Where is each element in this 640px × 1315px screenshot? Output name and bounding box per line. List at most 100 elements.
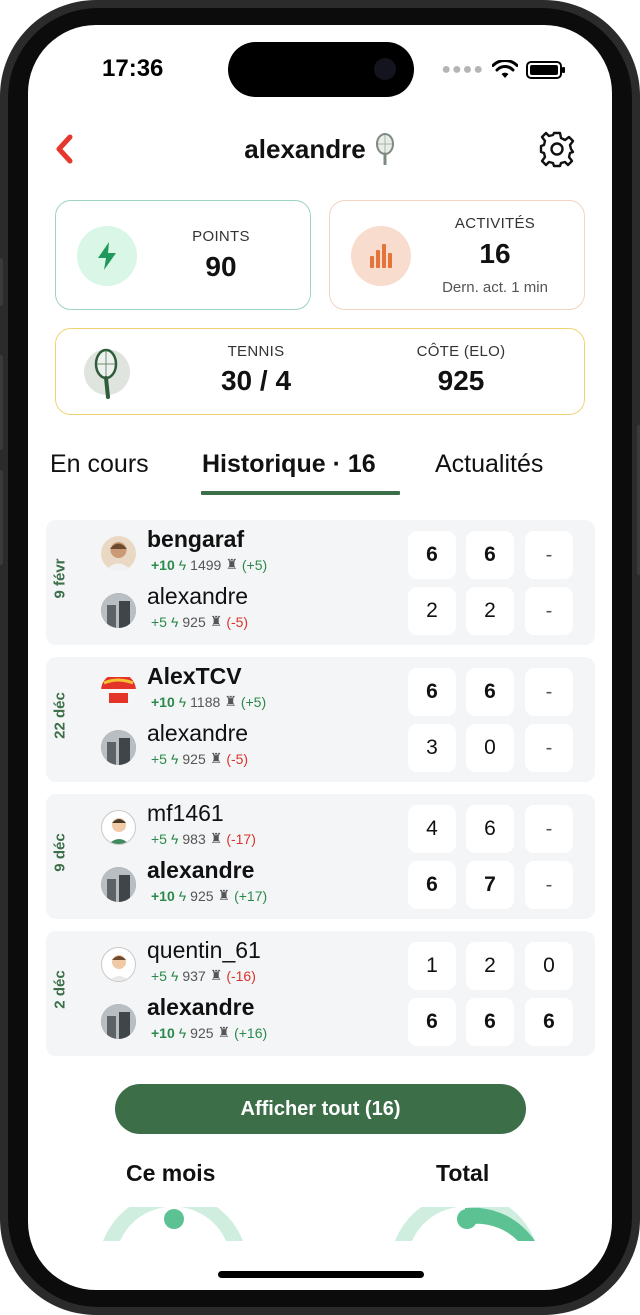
bolt-icon: ϟ [178,1024,187,1041]
bolt-icon: ϟ [170,830,179,847]
points-gain: +10 [151,693,175,710]
show-all-button[interactable]: Afficher tout (16) [115,1084,526,1134]
player-row: alexandre +10 ϟ 925 ♜ (+16) [101,994,401,1046]
points-gain: +5 [151,750,167,767]
tab-historique[interactable]: Historique · 16 [202,450,376,479]
points-gain: +5 [151,830,167,847]
trophy-icon: ♜ [209,750,223,766]
set-score: - [525,724,573,772]
player-name[interactable]: alexandre [147,994,254,1021]
activities-card[interactable]: ACTIVITÉS 16 Dern. act. 1 min [329,200,585,310]
phone-frame: 17:36 ●●●● alexandre POINTS 90 ACTIVITÉS… [0,0,640,1315]
elo-value: 925 [437,365,485,396]
player-row: AlexTCV +10 ϟ 1188 ♜ (+5) [101,663,401,715]
elo-value: 983 [182,830,206,847]
elo-delta: (+5) [241,556,268,573]
player-row: mf1461 +5 ϟ 983 ♜ (-17) [101,800,401,852]
tennis-card[interactable]: TENNIS 30 / 4 CÔTE (ELO) 925 [55,328,585,415]
avatar[interactable] [101,1004,136,1039]
elo-delta: (-17) [226,830,256,847]
points-card[interactable]: POINTS 90 [55,200,311,310]
bolt-icon: ϟ [178,887,187,904]
set-score: - [525,805,573,853]
player-stats: +5 ϟ 983 ♜ (-17) [151,830,256,847]
points-icon-circle [77,226,137,286]
app-screen: 17:36 ●●●● alexandre POINTS 90 ACTIVITÉS… [28,25,612,1290]
player-row: bengaraf +10 ϟ 1499 ♜ (+5) [101,526,401,578]
avatar[interactable] [101,947,136,982]
bolt-icon [98,242,116,270]
set-score: 2 [466,942,514,990]
match-date: 22 déc [51,692,69,739]
tennis-racket-icon [84,348,130,399]
month-gauge [103,1207,243,1241]
status-time: 17:36 [102,55,164,82]
dynamic-island [228,42,414,97]
header: alexandre [28,133,612,165]
player-row: alexandre +10 ϟ 925 ♜ (+17) [101,857,401,909]
avatar[interactable] [101,867,136,902]
player-row: quentin_61 +5 ϟ 937 ♜ (-16) [101,937,401,989]
tab-en-cours[interactable]: En cours [50,450,149,479]
match-card[interactable]: 2 déc quentin_61 +5 ϟ 937 ♜ (-16) alexan… [46,931,595,1056]
bolt-icon: ϟ [178,556,187,573]
player-name[interactable]: alexandre [147,857,254,884]
settings-gear-icon[interactable] [538,130,576,168]
set-score: 2 [408,587,456,635]
player-name[interactable]: alexandre [147,583,248,610]
player-stats: +5 ϟ 937 ♜ (-16) [151,967,256,984]
tennis-racket-icon [375,133,394,165]
set-score: 0 [525,942,573,990]
avatar[interactable] [101,730,136,765]
home-indicator[interactable] [218,1271,424,1278]
match-card[interactable]: 9 déc mf1461 +5 ϟ 983 ♜ (-17) alexandre … [46,794,595,919]
player-stats: +10 ϟ 1499 ♜ (+5) [151,556,267,573]
match-date: 2 déc [51,970,69,1009]
player-name[interactable]: alexandre [147,720,248,747]
player-stats: +10 ϟ 925 ♜ (+16) [151,1024,267,1041]
elo-value: 925 [190,887,214,904]
player-name[interactable]: mf1461 [147,800,224,827]
set-score: 1 [408,942,456,990]
points-gain: +5 [151,967,167,984]
set-score: 0 [466,724,514,772]
activities-value: 16 [479,238,511,269]
tennis-record: 30 / 4 [220,365,292,396]
set-score: 3 [408,724,456,772]
set-score: - [525,861,573,909]
active-tab-indicator [201,491,400,495]
match-card[interactable]: 9 févr bengaraf +10 ϟ 1499 ♜ (+5) alexan… [46,520,595,645]
avatar[interactable] [101,673,136,708]
tab-actualites[interactable]: Actualités [435,450,543,479]
camera-icon [374,58,396,80]
avatar[interactable] [101,810,136,845]
trophy-icon: ♜ [217,887,231,903]
points-value: 90 [205,251,237,282]
match-date: 9 déc [51,833,69,872]
player-name[interactable]: bengaraf [147,526,244,553]
status-icons: ●●●● [441,60,565,80]
match-card[interactable]: 22 déc AlexTCV +10 ϟ 1188 ♜ (+5) alexand… [46,657,595,782]
player-name[interactable]: AlexTCV [147,663,242,690]
match-date: 9 févr [51,558,69,599]
avatar[interactable] [101,536,136,571]
page-title: alexandre [244,133,366,164]
points-label: POINTS [192,228,250,245]
elo-delta: (-5) [226,750,249,767]
bar-chart-icon [370,244,392,268]
set-score: 6 [408,668,456,716]
player-stats: +5 ϟ 925 ♜ (-5) [151,613,248,630]
elo-delta: (+16) [234,1024,268,1041]
last-activity-text: Dern. act. 1 min [442,279,548,296]
bolt-icon: ϟ [170,613,179,630]
points-gain: +10 [151,1024,175,1041]
elo-value: 937 [182,967,206,984]
player-name[interactable]: quentin_61 [147,937,261,964]
elo-value: 925 [182,750,206,767]
phone-side-button [0,258,3,306]
points-gain: +10 [151,556,175,573]
points-gain: +5 [151,613,167,630]
avatar[interactable] [101,593,136,628]
set-score: 2 [466,587,514,635]
set-score: - [525,668,573,716]
